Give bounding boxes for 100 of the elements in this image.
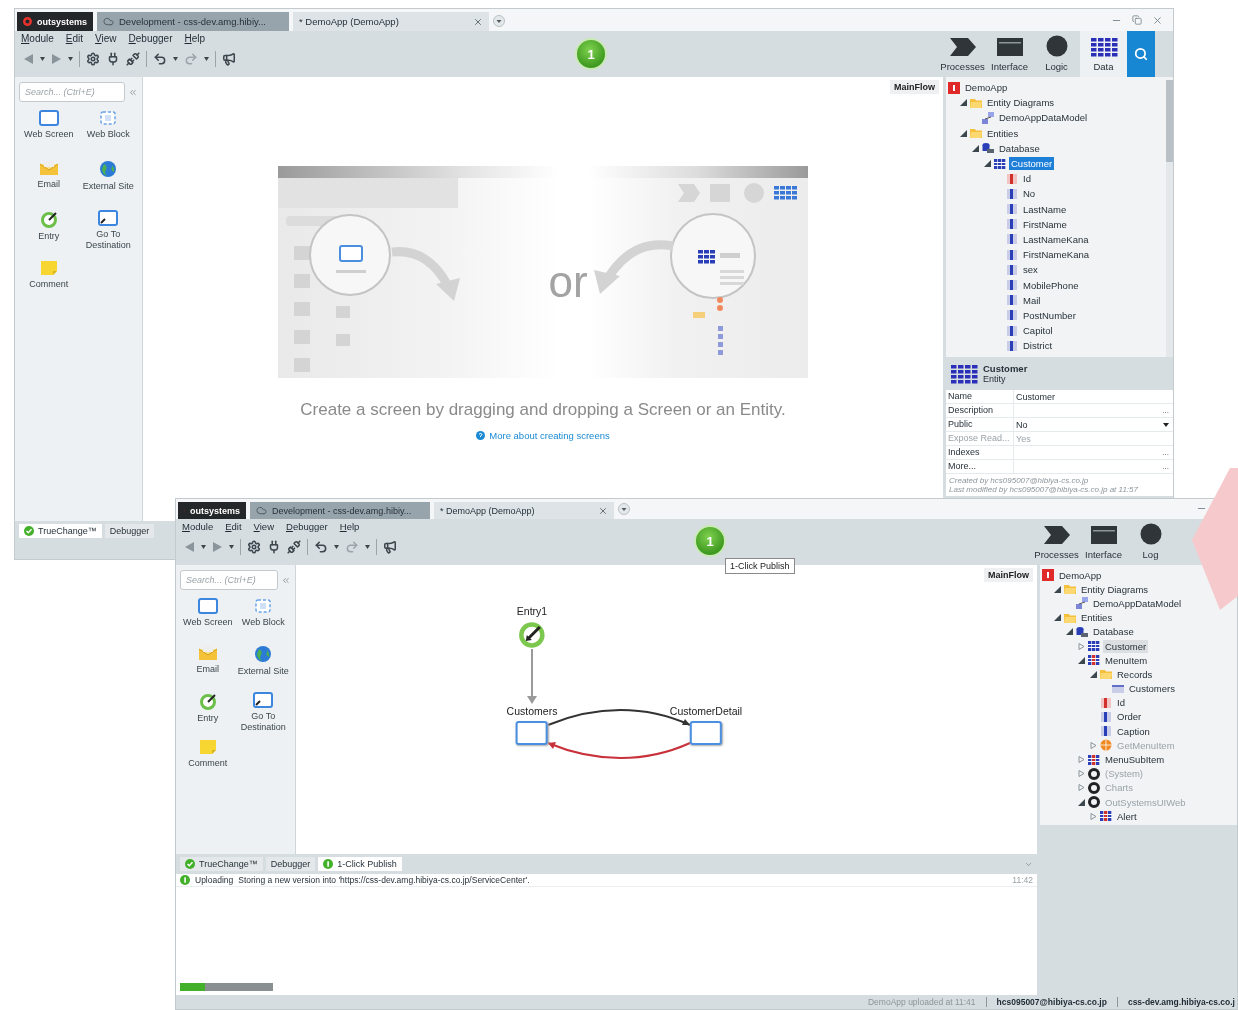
caret-icon[interactable]	[201, 545, 206, 549]
plug-icon[interactable]	[267, 540, 281, 554]
tree-item[interactable]: MenuSubItem	[1103, 753, 1167, 767]
tree-item[interactable]: Mail	[1021, 293, 1043, 307]
caret-icon[interactable]	[173, 57, 178, 61]
tree-item[interactable]: DemoApp	[1057, 568, 1104, 582]
property-value[interactable]: No	[1016, 419, 1028, 430]
tree-item[interactable]: Capitol	[1021, 324, 1055, 338]
screen-node[interactable]	[516, 721, 548, 745]
tree-item[interactable]: Entity Diagrams	[985, 96, 1057, 110]
tree-item[interactable]: Caption	[1115, 724, 1152, 738]
menu-item[interactable]: Edit	[65, 33, 84, 44]
plug-icon[interactable]	[106, 52, 120, 66]
tree-item[interactable]: PostNumber	[1021, 308, 1078, 322]
dropdown-icon[interactable]	[493, 15, 505, 27]
tree-item[interactable]: Database	[997, 141, 1042, 155]
screen-icon[interactable]	[197, 598, 218, 614]
ellipsis-button[interactable]: ...	[1162, 406, 1169, 415]
window-icon[interactable]	[995, 37, 1024, 57]
tree-item[interactable]: FirstNameKana	[1021, 248, 1091, 262]
tree-item[interactable]: DemoAppDataModel	[997, 111, 1090, 125]
plug-icon[interactable]	[287, 540, 301, 554]
screen-node[interactable]	[690, 721, 722, 745]
tree-item[interactable]: No	[1021, 187, 1038, 201]
tree-item[interactable]: Id	[1021, 172, 1033, 186]
expander-icon[interactable]	[1054, 614, 1061, 622]
chevron-icon[interactable]	[1042, 525, 1071, 545]
entry-node-icon[interactable]	[518, 621, 546, 649]
screen-icon[interactable]	[38, 110, 59, 126]
menu-item[interactable]: Help	[184, 33, 206, 44]
tree-item[interactable]: Entities	[1079, 611, 1115, 625]
entry-icon[interactable]	[198, 692, 217, 710]
caret-icon[interactable]	[229, 545, 234, 549]
settings-icon[interactable]	[247, 540, 261, 554]
dock-tab[interactable]: TrueChange™	[19, 524, 102, 538]
search-field[interactable]: Search... (Ctrl+E)	[180, 570, 279, 590]
circle-icon[interactable]	[1139, 523, 1162, 545]
window-tab[interactable]: * DemoApp (DemoApp)	[434, 502, 614, 519]
tree-item[interactable]: Customer	[1009, 157, 1055, 171]
tree-item[interactable]: DemoApp	[963, 81, 1010, 95]
app-tab[interactable]: Interface	[986, 31, 1033, 77]
scroll-thumb[interactable]	[1166, 80, 1173, 162]
caret-icon[interactable]	[68, 57, 73, 61]
tree-item[interactable]: Id	[1115, 696, 1127, 710]
help-link[interactable]: More about creating screens	[476, 430, 610, 441]
settings-icon[interactable]	[86, 52, 100, 66]
window-tab[interactable]: * DemoApp (DemoApp)	[293, 12, 489, 31]
globe-icon[interactable]	[254, 645, 273, 663]
window-icon[interactable]	[1089, 525, 1118, 545]
menu-item[interactable]: View	[95, 33, 117, 44]
tree-item[interactable]: Customer	[1103, 639, 1149, 653]
close-icon[interactable]	[1152, 15, 1163, 26]
tree-item[interactable]: DemoAppDataModel	[1091, 596, 1184, 610]
circle-icon[interactable]	[1045, 35, 1068, 57]
menu-item[interactable]: Debugger	[128, 33, 173, 44]
tree-item[interactable]: Order	[1115, 710, 1144, 724]
caret-icon[interactable]	[204, 57, 209, 61]
expander-icon[interactable]	[972, 144, 979, 152]
tree-item[interactable]: Database	[1091, 625, 1136, 639]
grid-icon[interactable]	[950, 363, 978, 384]
dock-tab[interactable]: 1-Click Publish	[318, 857, 402, 871]
search-button[interactable]	[1127, 31, 1155, 77]
search-icon[interactable]	[1134, 47, 1148, 61]
tree-item[interactable]: MenuItem	[1103, 653, 1150, 667]
expander-icon[interactable]	[1090, 670, 1097, 678]
menu-item[interactable]: Edit	[225, 521, 242, 532]
menu-item[interactable]: Help	[339, 521, 360, 532]
expander-icon[interactable]	[1078, 656, 1085, 664]
undo-icon[interactable]	[153, 52, 167, 66]
search-field[interactable]: Search... (Ctrl+E)	[19, 82, 126, 102]
menu-item[interactable]: Module	[182, 521, 214, 532]
caret-icon[interactable]	[334, 545, 339, 549]
megaphone-icon[interactable]	[383, 540, 397, 554]
expander-icon[interactable]	[1054, 585, 1061, 593]
app-tab[interactable]: Interface	[1080, 519, 1127, 565]
caret-icon[interactable]	[365, 545, 370, 549]
tree-item[interactable]: Entity Diagrams	[1079, 582, 1151, 596]
globe-icon[interactable]	[99, 160, 118, 178]
menu-item[interactable]: Debugger	[286, 521, 328, 532]
tree-item[interactable]: LastNameKana	[1021, 232, 1091, 246]
close-icon[interactable]	[473, 16, 483, 27]
tree-item[interactable]: Customers	[1127, 682, 1177, 696]
close-icon[interactable]	[598, 505, 608, 516]
tree-item[interactable]: LastName	[1021, 202, 1069, 216]
expander-icon[interactable]	[984, 160, 991, 168]
ellipsis-button[interactable]: ...	[1162, 462, 1169, 471]
dock-tab[interactable]: Debugger	[265, 857, 316, 871]
menu-item[interactable]: Module	[21, 33, 54, 44]
window-tab[interactable]: outsystems	[178, 502, 246, 519]
dock-tab[interactable]: TrueChange™	[180, 857, 263, 871]
tree-item[interactable]: Records	[1115, 667, 1155, 681]
dropdown-icon[interactable]	[1163, 422, 1169, 427]
window-tab[interactable]: Development - css-dev.amg.hibiy...	[250, 502, 430, 519]
app-tab[interactable]: Processes	[939, 31, 986, 77]
plug-icon[interactable]	[126, 52, 140, 66]
app-tab[interactable]: Processes	[1033, 519, 1080, 565]
expander-icon[interactable]	[960, 129, 967, 137]
grid-icon[interactable]	[1089, 37, 1118, 57]
app-tab[interactable]: Log	[1127, 519, 1174, 565]
expander-icon[interactable]	[1066, 628, 1073, 636]
